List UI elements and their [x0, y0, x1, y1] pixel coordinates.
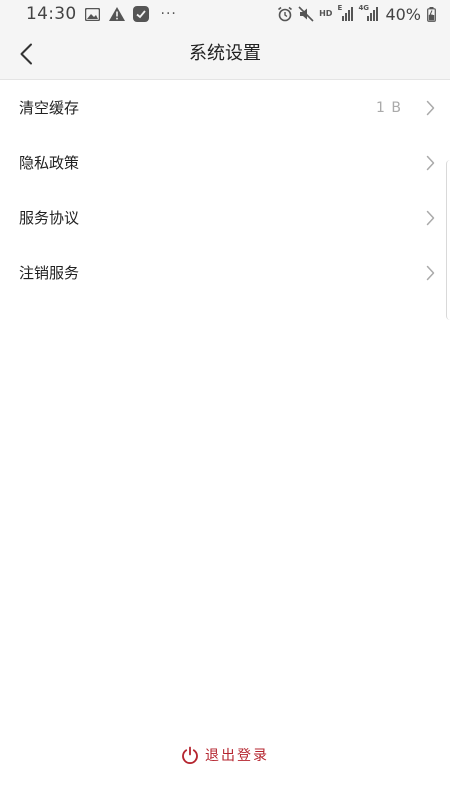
logout-button[interactable]: 退出登录 — [0, 740, 450, 770]
logout-label: 退出登录 — [205, 748, 269, 764]
network-type-e: E — [337, 4, 343, 12]
app-icon — [132, 6, 149, 22]
service-agreement-row[interactable]: 服务协议 — [0, 190, 450, 245]
warning-icon — [108, 6, 125, 22]
status-time: 14:30 — [26, 4, 77, 24]
cancel-service-label: 注销服务 — [19, 264, 80, 282]
signal-icon: E — [337, 4, 354, 22]
service-agreement-label: 服务协议 — [19, 209, 80, 227]
network-type-4g: 4G — [358, 4, 370, 12]
chevron-right-icon — [424, 155, 436, 171]
settings-list: 清空缓存 1 B 隐私政策 服务协议 注销服务 — [0, 80, 450, 300]
battery-percent: 40% — [385, 4, 421, 24]
cache-size-value: 1 B — [376, 99, 402, 116]
status-bar-right: HD E 4G 40% — [277, 5, 436, 24]
header: 系统设置 — [0, 28, 450, 80]
privacy-policy-label: 隐私政策 — [19, 154, 80, 172]
chevron-right-icon — [424, 100, 436, 116]
image-icon — [85, 6, 101, 22]
chevron-right-icon — [424, 265, 436, 281]
cancel-service-row[interactable]: 注销服务 — [0, 245, 450, 300]
power-icon — [181, 746, 199, 764]
hd-indicator: HD — [319, 9, 333, 18]
clear-cache-label: 清空缓存 — [19, 99, 80, 117]
alarm-icon — [277, 6, 293, 22]
status-bar: 14:30 ··· HD E 4G 40% — [0, 0, 450, 28]
mute-icon — [298, 6, 314, 22]
page-title: 系统设置 — [189, 43, 261, 64]
privacy-policy-row[interactable]: 隐私政策 — [0, 135, 450, 190]
clear-cache-row[interactable]: 清空缓存 1 B — [0, 80, 450, 135]
edge-panel-handle[interactable] — [446, 160, 450, 320]
signal-icon: 4G — [358, 4, 379, 22]
status-bar-left: 14:30 ··· — [26, 4, 177, 24]
battery-icon — [426, 6, 436, 22]
more-notifications: ··· — [160, 6, 177, 22]
chevron-right-icon — [424, 210, 436, 226]
